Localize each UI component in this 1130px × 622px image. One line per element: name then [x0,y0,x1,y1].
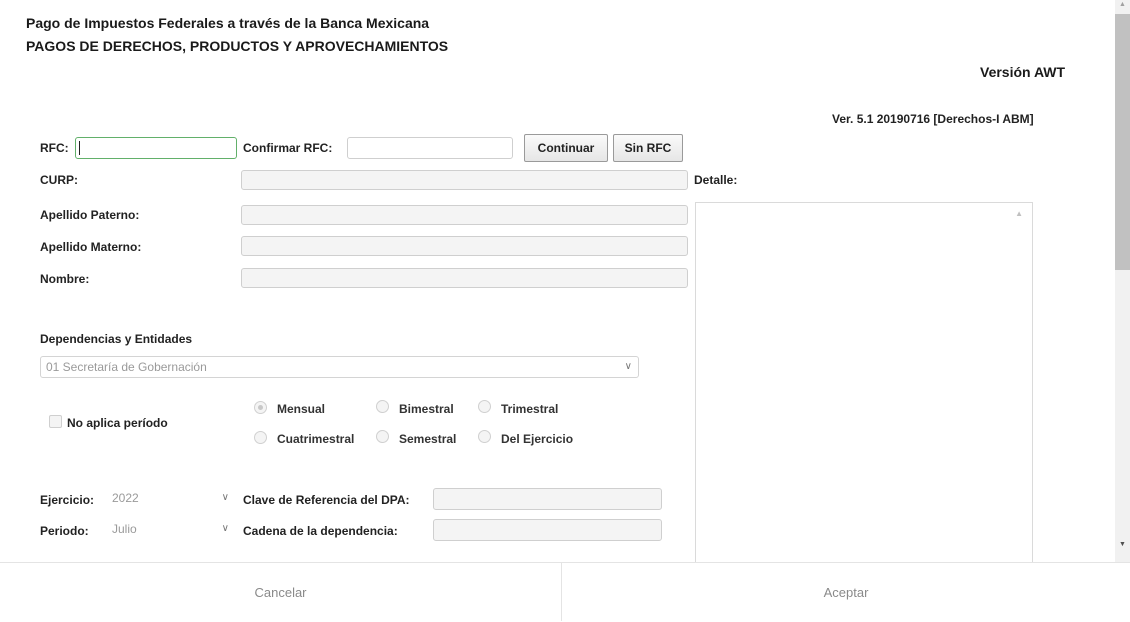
version-detail: Ver. 5.1 20190716 [Derechos-I ABM] [832,112,1034,126]
apellido-materno-input[interactable] [241,236,688,256]
radio-trimestral[interactable] [478,400,491,413]
page-title: Pago de Impuestos Federales a través de … [26,15,430,31]
rfc-label: RFC: [40,141,69,155]
scroll-up-icon[interactable]: ▲ [1119,1,1126,8]
radio-bimestral[interactable] [376,400,389,413]
periodo-select[interactable]: Julio ∨ [107,519,235,541]
page-subtitle: PAGOS DE DERECHOS, PRODUCTOS Y APROVECHA… [26,38,449,54]
dialog-footer: Cancelar Aceptar [0,562,1130,621]
ejercicio-label: Ejercicio: [40,493,95,507]
radio-mensual[interactable] [254,401,267,414]
chevron-down-icon: ∨ [221,492,229,503]
curp-input[interactable] [241,170,688,190]
periodo-value: Julio [112,522,137,536]
ejercicio-value: 2022 [112,491,139,505]
radio-label-del-ejercicio: Del Ejercicio [501,432,574,446]
clave-label: Clave de Referencia del DPA: [243,493,410,507]
scroll-down-icon[interactable]: ▼ [1119,541,1126,548]
chevron-down-icon: ∨ [624,361,632,372]
radio-label-mensual: Mensual [277,402,326,416]
no-aplica-checkbox[interactable] [49,415,62,428]
continue-button[interactable]: Continuar [524,134,608,162]
ejercicio-select[interactable]: 2022 ∨ [107,488,235,510]
dependencia-selected: 01 Secretaría de Gobernación [46,360,207,374]
radio-del-ejercicio[interactable] [478,430,491,443]
confirm-rfc-input[interactable] [347,137,513,159]
no-aplica-label: No aplica período [67,416,168,430]
chevron-down-icon: ∨ [221,523,229,534]
cadena-input[interactable] [433,519,662,541]
radio-label-trimestral: Trimestral [501,402,559,416]
apellido-paterno-input[interactable] [241,205,688,225]
cadena-label: Cadena de la dependencia: [243,524,398,538]
rfc-input[interactable] [75,137,237,159]
confirm-rfc-label: Confirmar RFC: [243,141,333,155]
nombre-label: Nombre: [40,272,90,286]
clave-input[interactable] [433,488,662,510]
radio-label-cuatrimestral: Cuatrimestral [277,432,355,446]
curp-label: CURP: [40,173,78,187]
periodo-label: Periodo: [40,524,89,538]
apellido-paterno-label: Apellido Paterno: [40,208,140,222]
radio-label-bimestral: Bimestral [399,402,454,416]
radio-cuatrimestral[interactable] [254,431,267,444]
no-rfc-button[interactable]: Sin RFC [613,134,683,162]
dependencia-select[interactable]: 01 Secretaría de Gobernación ∨ [40,356,639,378]
detalle-label: Detalle: [694,173,738,187]
apellido-materno-label: Apellido Materno: [40,240,142,254]
detalle-textarea[interactable]: ▲ [695,202,1033,566]
accept-button[interactable]: Aceptar [562,563,1130,621]
radio-semestral[interactable] [376,430,389,443]
version-label: Versión AWT [980,64,1066,80]
scrollbar-thumb[interactable] [1115,14,1130,270]
nombre-input[interactable] [241,268,688,288]
radio-label-semestral: Semestral [399,432,457,446]
scroll-up-icon[interactable]: ▲ [1015,209,1023,218]
dependencias-label: Dependencias y Entidades [40,332,193,346]
cancel-button[interactable]: Cancelar [0,563,561,621]
